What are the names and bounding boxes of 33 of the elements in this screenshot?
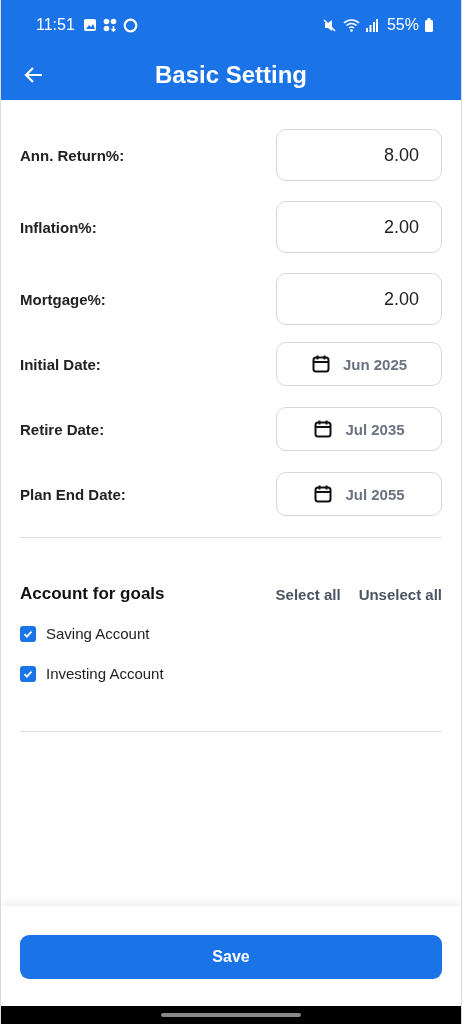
field-label: Inflation%: — [20, 218, 97, 236]
screen-title: Basic Setting — [155, 61, 307, 89]
number-input-field[interactable]: 8.00 — [276, 129, 442, 181]
calendar-icon — [313, 484, 334, 504]
battery-icon — [425, 18, 433, 32]
status-time: 11:51 — [36, 16, 75, 34]
signal-icon — [365, 18, 378, 32]
date-picker-button[interactable]: Jul 2035 — [276, 407, 442, 451]
calendar-icon — [313, 419, 334, 439]
section-title: Account for goals — [20, 584, 165, 604]
number-input-field[interactable]: 2.00 — [276, 201, 442, 253]
field-label: Plan End Date: — [20, 485, 126, 503]
account-label: Investing Account — [46, 665, 164, 682]
account-label: Saving Account — [46, 625, 150, 642]
checkbox[interactable] — [20, 665, 36, 682]
apps-icon — [102, 18, 117, 32]
circle-icon — [122, 17, 138, 33]
field-label: Ann. Return%: — [20, 146, 125, 164]
field-label: Initial Date: — [20, 355, 101, 373]
field-label: Retire Date: — [20, 420, 105, 438]
image-icon — [82, 18, 97, 32]
unselect-all-button[interactable]: Unselect all — [358, 585, 442, 603]
date-picker-button[interactable]: Jun 2025 — [276, 342, 442, 386]
number-input-field[interactable]: 2.00 — [276, 273, 442, 325]
field-label: Mortgage%: — [20, 290, 106, 308]
battery-percent: 55% — [386, 16, 419, 34]
checkbox[interactable] — [20, 625, 36, 642]
save-button[interactable]: Save — [20, 935, 442, 979]
date-picker-button[interactable]: Jul 2055 — [276, 472, 442, 516]
calendar-icon — [310, 354, 331, 374]
wifi-icon — [342, 18, 360, 32]
mute-icon — [321, 17, 337, 33]
select-all-button[interactable]: Select all — [275, 585, 341, 603]
